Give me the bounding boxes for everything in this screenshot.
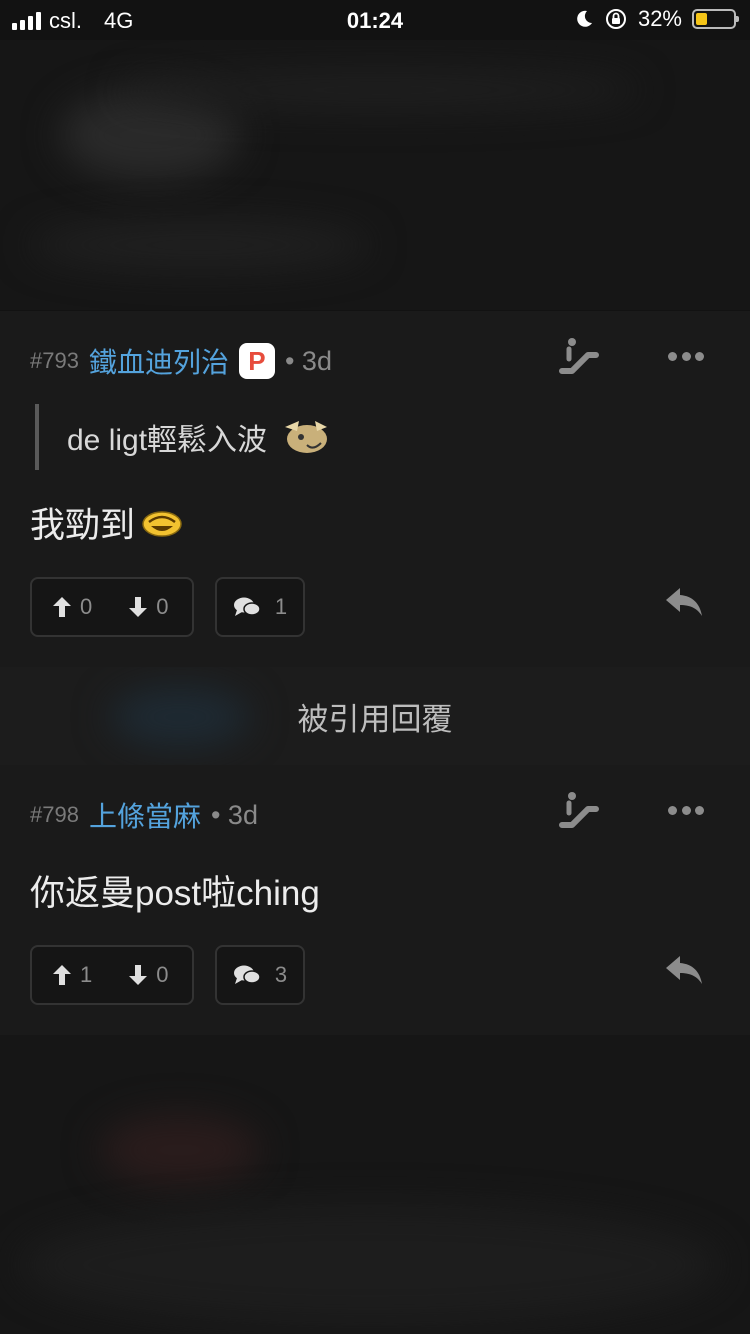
orientation-lock-icon <box>605 9 626 29</box>
quote-block: de ligt輕鬆入波 <box>35 404 335 470</box>
upvote-button[interactable]: 1 <box>52 962 92 988</box>
post-age: • 3d <box>284 345 332 376</box>
quote-text: de ligt輕鬆入波 <box>67 424 268 457</box>
more-icon[interactable] <box>668 352 704 362</box>
downvote-button[interactable]: 0 <box>128 594 169 620</box>
post-meta: #798 上條當麻 • 3d <box>30 795 258 835</box>
emoji-sticker-icon <box>285 421 328 453</box>
reply-icon[interactable] <box>664 585 704 619</box>
comments-button[interactable]: 3 <box>215 945 305 1005</box>
post-number: #798 <box>30 802 79 827</box>
post-body: 我勁到 <box>30 497 183 548</box>
battery-icon <box>692 9 739 29</box>
escalator-icon[interactable] <box>558 789 600 831</box>
status-right: 32% <box>574 6 739 32</box>
comments-icon <box>233 597 261 616</box>
downvote-button[interactable]: 0 <box>128 962 169 988</box>
author-name[interactable]: 鐵血迪列治 <box>89 341 229 381</box>
quoted-replies-label: 被引用回覆 <box>297 701 453 737</box>
blurred-content-bottom <box>0 1035 750 1334</box>
post-body: 你返曼post啦ching <box>30 865 320 916</box>
p-badge: P <box>238 343 275 379</box>
battery-percent: 32% <box>637 6 682 31</box>
post-age: • 3d <box>210 799 258 830</box>
status-bar: csl. 4G 01:24 32% <box>0 0 750 40</box>
post-793: #793 鐵血迪列治 P • 3d de ligt輕鬆入波 我勁到 0 0 1 <box>0 311 750 667</box>
body-text: 你返曼post啦ching <box>30 874 320 913</box>
body-text: 我勁到 <box>30 506 136 545</box>
reply-icon[interactable] <box>664 953 704 987</box>
vote-box: 0 0 <box>30 577 194 637</box>
quoted-replies-button[interactable]: 被引用回覆 <box>0 667 750 765</box>
upvote-button[interactable]: 0 <box>52 594 92 620</box>
upvote-count: 0 <box>80 594 93 619</box>
vote-box: 1 0 <box>30 945 194 1005</box>
comments-button[interactable]: 1 <box>215 577 305 637</box>
comment-count: 1 <box>274 594 288 619</box>
arrow-up-icon <box>53 597 71 617</box>
upvote-count: 1 <box>80 962 93 987</box>
arrow-down-icon <box>129 965 148 985</box>
post-number: #793 <box>30 348 79 373</box>
post-798: #798 上條當麻 • 3d 你返曼post啦ching 1 0 3 <box>0 765 750 1035</box>
downvote-count: 0 <box>156 962 169 987</box>
comments-icon <box>233 965 261 984</box>
comment-count: 3 <box>274 962 288 987</box>
escalator-icon[interactable] <box>558 335 600 377</box>
author-name[interactable]: 上條當麻 <box>89 795 201 835</box>
blurred-content-top <box>0 40 750 310</box>
arrow-down-icon <box>129 597 148 617</box>
moon-icon <box>577 10 592 27</box>
post-meta: #793 鐵血迪列治 P • 3d <box>30 341 332 381</box>
arrow-up-icon <box>53 965 71 985</box>
downvote-count: 0 <box>156 594 169 619</box>
emoji-laugh-icon <box>142 510 182 537</box>
more-icon[interactable] <box>668 806 704 816</box>
